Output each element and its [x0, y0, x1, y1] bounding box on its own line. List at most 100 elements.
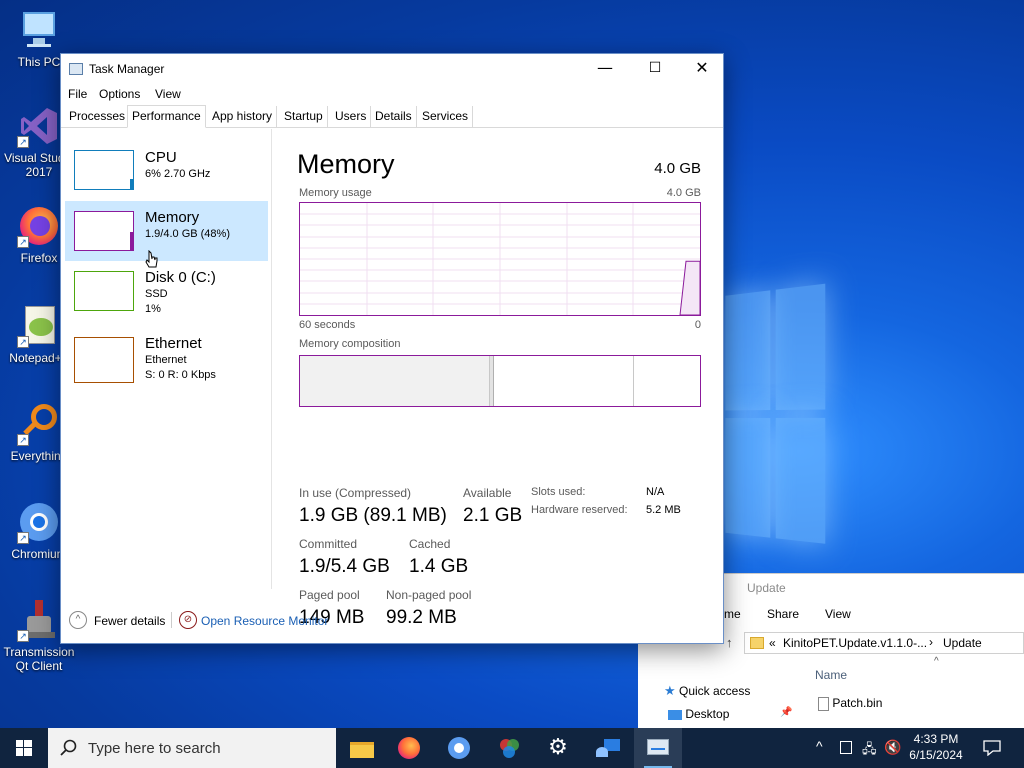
tab-details[interactable]: Details [371, 106, 417, 128]
menu-options[interactable]: Options [99, 87, 140, 101]
everything-search-icon: ↗ [17, 402, 61, 446]
maximize-button[interactable]: ☐ [632, 54, 678, 84]
chevron-up-icon[interactable]: ^ [69, 611, 87, 629]
title-bar[interactable]: Task Manager — ☐ ✕ [61, 54, 723, 84]
desktop-icon-label: Transmission Qt Client [3, 645, 75, 673]
taskbar-chromium[interactable] [436, 728, 484, 768]
column-header-name[interactable]: Name [815, 668, 847, 682]
search-icon [60, 739, 77, 756]
task-manager-icon [646, 737, 670, 759]
taskbar-task-manager[interactable] [634, 728, 682, 768]
menu-view[interactable]: View [155, 87, 181, 101]
breadcrumb-parent[interactable]: KinitoPET.Update.v1.1.0-... [783, 636, 927, 650]
taskbar-search-box[interactable]: Type here to search [48, 728, 336, 768]
task-manager-app-icon [69, 63, 83, 75]
ribbon-tab-share[interactable]: Share [767, 607, 799, 621]
breadcrumb-overflow[interactable]: « [769, 636, 776, 650]
network-icon[interactable]: 🖧 [862, 740, 877, 762]
taskbar-paint[interactable] [486, 728, 534, 768]
notepad-plus-plus-icon: ↗ [17, 304, 61, 348]
committed-value: 1.9/5.4 GB [299, 556, 390, 577]
start-button[interactable] [0, 728, 48, 768]
tab-processes[interactable]: Processes [65, 106, 131, 128]
address-bar[interactable]: « KinitoPET.Update.v1.1.0-... › Update [744, 632, 1024, 654]
nav-quick-access[interactable]: ★ Quick access [664, 683, 750, 699]
ribbon-tab-home[interactable]: me [724, 607, 741, 621]
sidebar-item-cpu[interactable]: CPU 6% 2.70 GHz [65, 141, 268, 201]
show-hidden-icons-chevron-icon[interactable]: ^ [816, 738, 823, 754]
sidebar-item-ethernet[interactable]: Ethernet Ethernet S: 0 R: 0 Kbps [65, 327, 268, 387]
close-button[interactable]: ✕ [679, 54, 725, 84]
file-explorer-icon [350, 737, 374, 759]
sidebar-item-label: Ethernet [145, 335, 202, 352]
tab-services[interactable]: Services [418, 106, 474, 128]
tab-users[interactable]: Users [331, 106, 372, 128]
visual-studio-icon: ↗ [17, 104, 61, 148]
paged-pool-label: Paged pool [299, 588, 360, 602]
clock[interactable]: 4:33 PM 6/15/2024 [904, 728, 968, 768]
sidebar-item-memory[interactable]: Memory 1.9/4.0 GB (48%) [65, 201, 268, 261]
nav-label: Desktop [685, 707, 730, 721]
graph-zero-label: 0 [694, 319, 701, 331]
up-arrow-icon[interactable]: ↑ [726, 635, 733, 650]
tab-startup[interactable]: Startup [280, 106, 328, 128]
action-center-button[interactable] [978, 728, 1008, 768]
chromium-icon [448, 737, 472, 759]
taskbar-file-explorer[interactable] [338, 728, 386, 768]
menu-file[interactable]: File [68, 87, 87, 101]
windows-logo-wallpaper [725, 283, 826, 557]
available-label: Available [463, 486, 512, 500]
committed-label: Committed [299, 537, 358, 551]
taskbar-settings[interactable]: ⚙ [534, 728, 582, 768]
nav-desktop[interactable]: Desktop 📌 [668, 707, 792, 721]
system-tray: ^ 🖧 🔇 [814, 728, 901, 768]
settings-icon: ⚙ [548, 735, 568, 760]
menu-bar: File Options View [61, 84, 723, 104]
ribbon-tab-view[interactable]: View [825, 607, 851, 621]
taskbar-firefox[interactable] [386, 728, 434, 768]
volume-muted-icon[interactable]: 🔇 [884, 739, 901, 756]
sidebar-item-disk[interactable]: Disk 0 (C:) SSD 1% [65, 261, 268, 321]
window-title: Task Manager [89, 62, 165, 76]
disk-thumbnail-graph [74, 271, 134, 311]
notification-icon [983, 740, 1001, 756]
in-use-label: In use (Compressed) [299, 486, 412, 500]
star-icon: ★ [664, 683, 676, 698]
memory-usage-max: 4.0 GB [666, 187, 701, 199]
breadcrumb-current[interactable]: Update [943, 636, 982, 650]
cpu-thumbnail-graph [74, 150, 134, 190]
cached-value: 1.4 GB [409, 556, 469, 577]
nav-label: Quick access [679, 684, 751, 698]
firefox-icon: ↗ [17, 204, 61, 248]
available-value: 2.1 GB [463, 505, 523, 526]
memory-composition-bar [299, 355, 701, 407]
composition-standby [494, 356, 634, 406]
clock-time: 4:33 PM [913, 732, 959, 746]
explorer-ribbon: me Share View [724, 607, 1024, 627]
file-name: Patch.bin [832, 696, 883, 710]
taskbar-remote-desktop[interactable] [584, 728, 632, 768]
tab-app-history[interactable]: App history [208, 106, 278, 128]
remote-desktop-icon [596, 737, 620, 759]
task-manager-window[interactable]: Task Manager — ☐ ✕ File Options View Pro… [60, 53, 724, 644]
performance-sidebar: CPU 6% 2.70 GHz Memory 1.9/4.0 GB (48%) … [61, 129, 272, 589]
non-paged-pool-label: Non-paged pool [386, 588, 472, 602]
file-icon [818, 696, 829, 711]
search-placeholder: Type here to search [88, 740, 221, 757]
file-item[interactable]: Patch.bin [818, 696, 882, 711]
tablet-mode-icon[interactable] [840, 741, 852, 754]
composition-in-use [300, 356, 490, 406]
chromium-icon: ↗ [17, 500, 61, 544]
sidebar-item-detail: SSD [145, 288, 168, 300]
resource-monitor-icon: ⊘ [179, 611, 197, 629]
minimize-button[interactable]: — [582, 54, 628, 84]
tab-performance[interactable]: Performance [127, 105, 206, 128]
pin-icon: 📌 [780, 707, 793, 718]
transmission-icon: ↗ [17, 598, 61, 642]
in-use-value: 1.9 GB (89.1 MB) [299, 505, 447, 526]
time-window-label: 60 seconds [299, 319, 356, 331]
fewer-details-link[interactable]: Fewer details [94, 614, 165, 628]
explorer-title: Update [747, 581, 786, 595]
open-resource-monitor-link[interactable]: Open Resource Monitor [201, 614, 328, 628]
chevron-up-icon[interactable]: ^ [934, 656, 939, 667]
